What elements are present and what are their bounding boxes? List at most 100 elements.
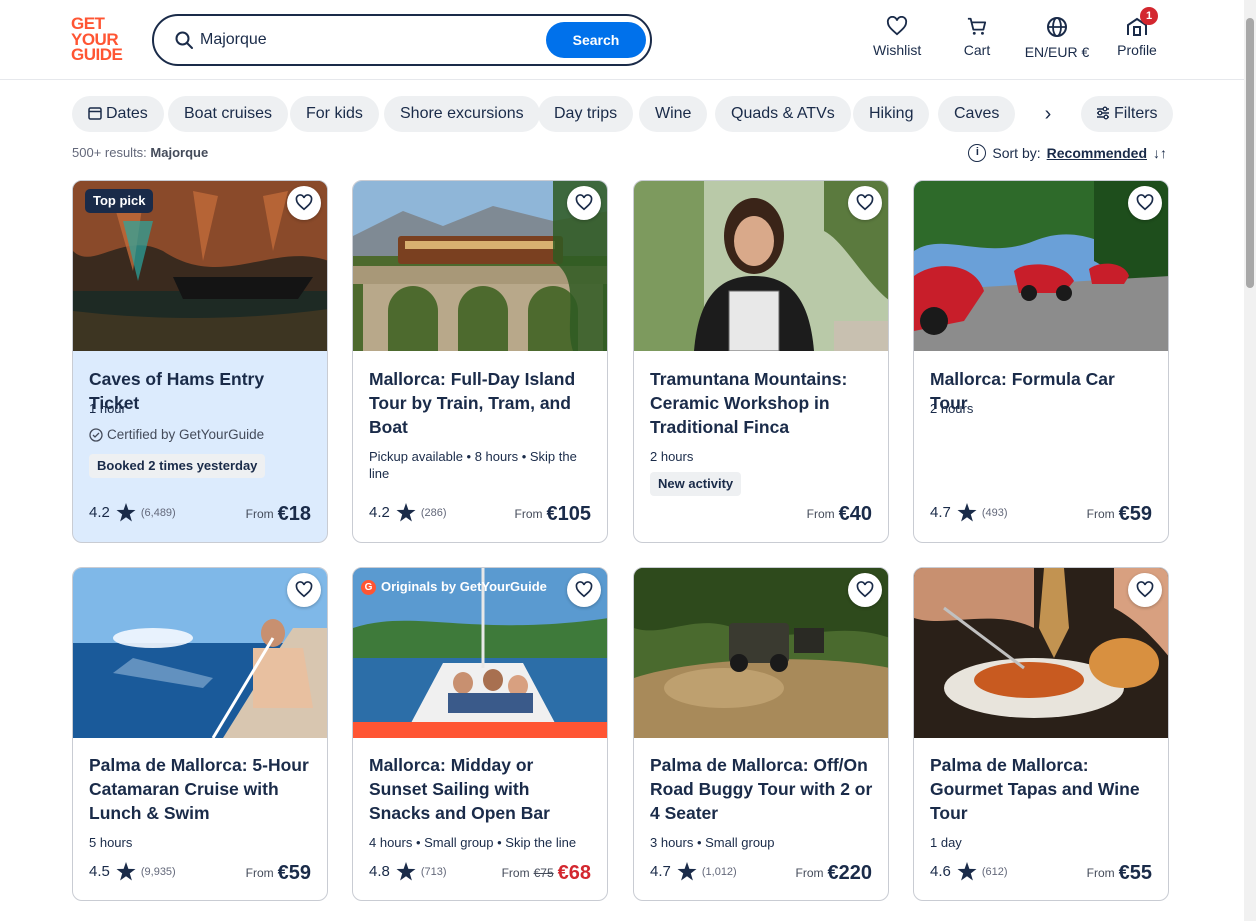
activity-card[interactable]: Palma de Mallorca: Off/On Road Buggy Tou… <box>633 567 889 901</box>
nav-language-currency[interactable]: EN/EUR € <box>1022 16 1092 60</box>
rating: 4.7 (493) <box>930 503 1008 522</box>
heart-icon <box>886 16 908 36</box>
price: From €75 €68 <box>502 862 591 885</box>
wishlist-heart-button[interactable] <box>287 186 321 220</box>
sort-value[interactable]: Recommended <box>1047 145 1147 161</box>
activity-meta: Pickup available • 8 hours • Skip the li… <box>369 449 577 481</box>
booked-badge: Booked 2 times yesterday <box>89 454 266 478</box>
search-icon <box>175 31 193 49</box>
notification-badge: 1 <box>1140 7 1158 25</box>
filters-button[interactable]: Filters <box>1081 96 1173 132</box>
activity-card[interactable]: Mallorca: Formula Car Tour 2 hours 4.7 (… <box>913 180 1169 543</box>
activity-meta: 2 hours <box>930 401 974 416</box>
star-icon <box>116 862 136 881</box>
star-icon <box>396 862 416 881</box>
activity-card[interactable]: Top pick Caves of Hams Entry Ticket 1 ho… <box>72 180 328 543</box>
star-icon <box>116 503 136 522</box>
activity-title[interactable]: Tramuntana Mountains: Ceramic Workshop i… <box>650 367 876 439</box>
activity-title[interactable]: Palma de Mallorca: Gourmet Tapas and Win… <box>930 753 1156 825</box>
rating: 4.5 (9,935) <box>89 862 176 881</box>
chip-caves[interactable]: Caves <box>938 96 1016 132</box>
getyourguide-logo[interactable]: GET YOUR GUIDE <box>71 15 131 64</box>
activity-title[interactable]: Mallorca: Midday or Sunset Sailing with … <box>369 753 595 825</box>
rating: 4.2 (286) <box>369 503 447 522</box>
heart-icon <box>856 194 874 211</box>
nav-language-label: EN/EUR € <box>1024 44 1090 60</box>
chevron-right-icon[interactable]: › <box>1032 96 1064 132</box>
page-scrollbar[interactable] <box>1244 0 1256 921</box>
chip-for-kids[interactable]: For kids <box>290 96 379 132</box>
rating: 4.2 (6,489) <box>89 503 176 522</box>
wishlist-heart-button[interactable] <box>848 573 882 607</box>
review-count: (286) <box>420 506 447 519</box>
search-button[interactable]: Search <box>546 22 646 58</box>
rating: 4.7 (1,012) <box>650 862 737 881</box>
price-amount: €18 <box>277 503 311 525</box>
price: From €59 <box>1087 503 1152 526</box>
activity-title[interactable]: Palma de Mallorca: 5-Hour Catamaran Crui… <box>89 753 315 825</box>
activity-card[interactable]: Tramuntana Mountains: Ceramic Workshop i… <box>633 180 889 543</box>
wishlist-heart-button[interactable] <box>1128 186 1162 220</box>
chip-label: Shore excursions <box>400 105 524 122</box>
wishlist-heart-button[interactable] <box>848 186 882 220</box>
price-from-label: From <box>245 866 274 880</box>
chip-label: Wine <box>655 105 692 122</box>
rating-value: 4.5 <box>89 863 110 880</box>
results-query: Majorque <box>150 145 209 160</box>
rating: 4.8 (713) <box>369 862 447 881</box>
price-amount: €105 <box>546 503 592 525</box>
price-from-label: From <box>806 507 835 521</box>
globe-icon <box>1047 17 1067 37</box>
chip-label: Quads & ATVs <box>731 105 835 122</box>
price-from-label: From <box>1086 507 1115 521</box>
chip-shore-excursions[interactable]: Shore excursions <box>384 96 540 132</box>
heart-icon <box>295 581 313 598</box>
chip-dates[interactable]: Dates <box>72 96 164 132</box>
activity-card[interactable]: Palma de Mallorca: Gourmet Tapas and Win… <box>913 567 1169 901</box>
search-bar: Search <box>152 14 652 66</box>
search-input[interactable] <box>200 27 530 53</box>
logo-line-3: GUIDE <box>71 45 123 64</box>
nav-wishlist-label: Wishlist <box>873 42 922 58</box>
sort-control[interactable]: i Sort by: Recommended ↓↑ <box>968 144 1167 162</box>
nav-profile[interactable]: 1 Profile <box>1115 7 1159 58</box>
price-amount: €55 <box>1118 862 1152 884</box>
wishlist-heart-button[interactable] <box>1128 573 1162 607</box>
chip-hiking[interactable]: Hiking <box>853 96 930 132</box>
scrollbar-thumb[interactable] <box>1246 18 1254 288</box>
activity-card[interactable]: G Originals by GetYourGuide Mallorca: Mid… <box>352 567 608 901</box>
price-from-label: From <box>245 507 274 521</box>
chip-quads-atvs[interactable]: Quads & ATVs <box>715 96 851 132</box>
wishlist-heart-button[interactable] <box>287 573 321 607</box>
price-from-label: From <box>501 866 530 880</box>
price: From €18 <box>246 503 311 526</box>
chip-label: Day trips <box>554 105 618 122</box>
activity-title[interactable]: Palma de Mallorca: Off/On Road Buggy Tou… <box>650 753 876 825</box>
getyourguide-g-icon: G <box>361 580 376 595</box>
activity-title[interactable]: Mallorca: Full-Day Island Tour by Train,… <box>369 367 595 439</box>
results-count: 500+ results: Majorque <box>72 145 208 160</box>
heart-icon <box>575 194 593 211</box>
activity-card[interactable]: Mallorca: Full-Day Island Tour by Train,… <box>352 180 608 543</box>
review-count: (493) <box>981 506 1008 519</box>
certified-badge-icon <box>89 428 103 442</box>
chip-wine[interactable]: Wine <box>639 96 708 132</box>
chip-day-trips[interactable]: Day trips <box>538 96 634 132</box>
heart-icon <box>856 581 874 598</box>
activity-meta: 3 hours • Small group <box>650 835 775 850</box>
nav-wishlist[interactable]: Wishlist <box>873 16 921 58</box>
nav-cart[interactable]: Cart <box>957 16 997 58</box>
price-amount: €59 <box>277 862 311 884</box>
rating-value: 4.8 <box>369 863 390 880</box>
originals-bar <box>353 722 607 738</box>
wishlist-heart-button[interactable] <box>567 186 601 220</box>
info-icon[interactable]: i <box>968 144 987 162</box>
review-count: (9,935) <box>140 865 176 878</box>
activity-meta: 1 hour <box>89 401 126 416</box>
rating-value: 4.7 <box>650 863 671 880</box>
heart-icon <box>295 194 313 211</box>
wishlist-heart-button[interactable] <box>567 573 601 607</box>
activity-card[interactable]: Palma de Mallorca: 5-Hour Catamaran Crui… <box>72 567 328 901</box>
chip-boat-cruises[interactable]: Boat cruises <box>168 96 289 132</box>
price: From €220 <box>796 862 873 885</box>
